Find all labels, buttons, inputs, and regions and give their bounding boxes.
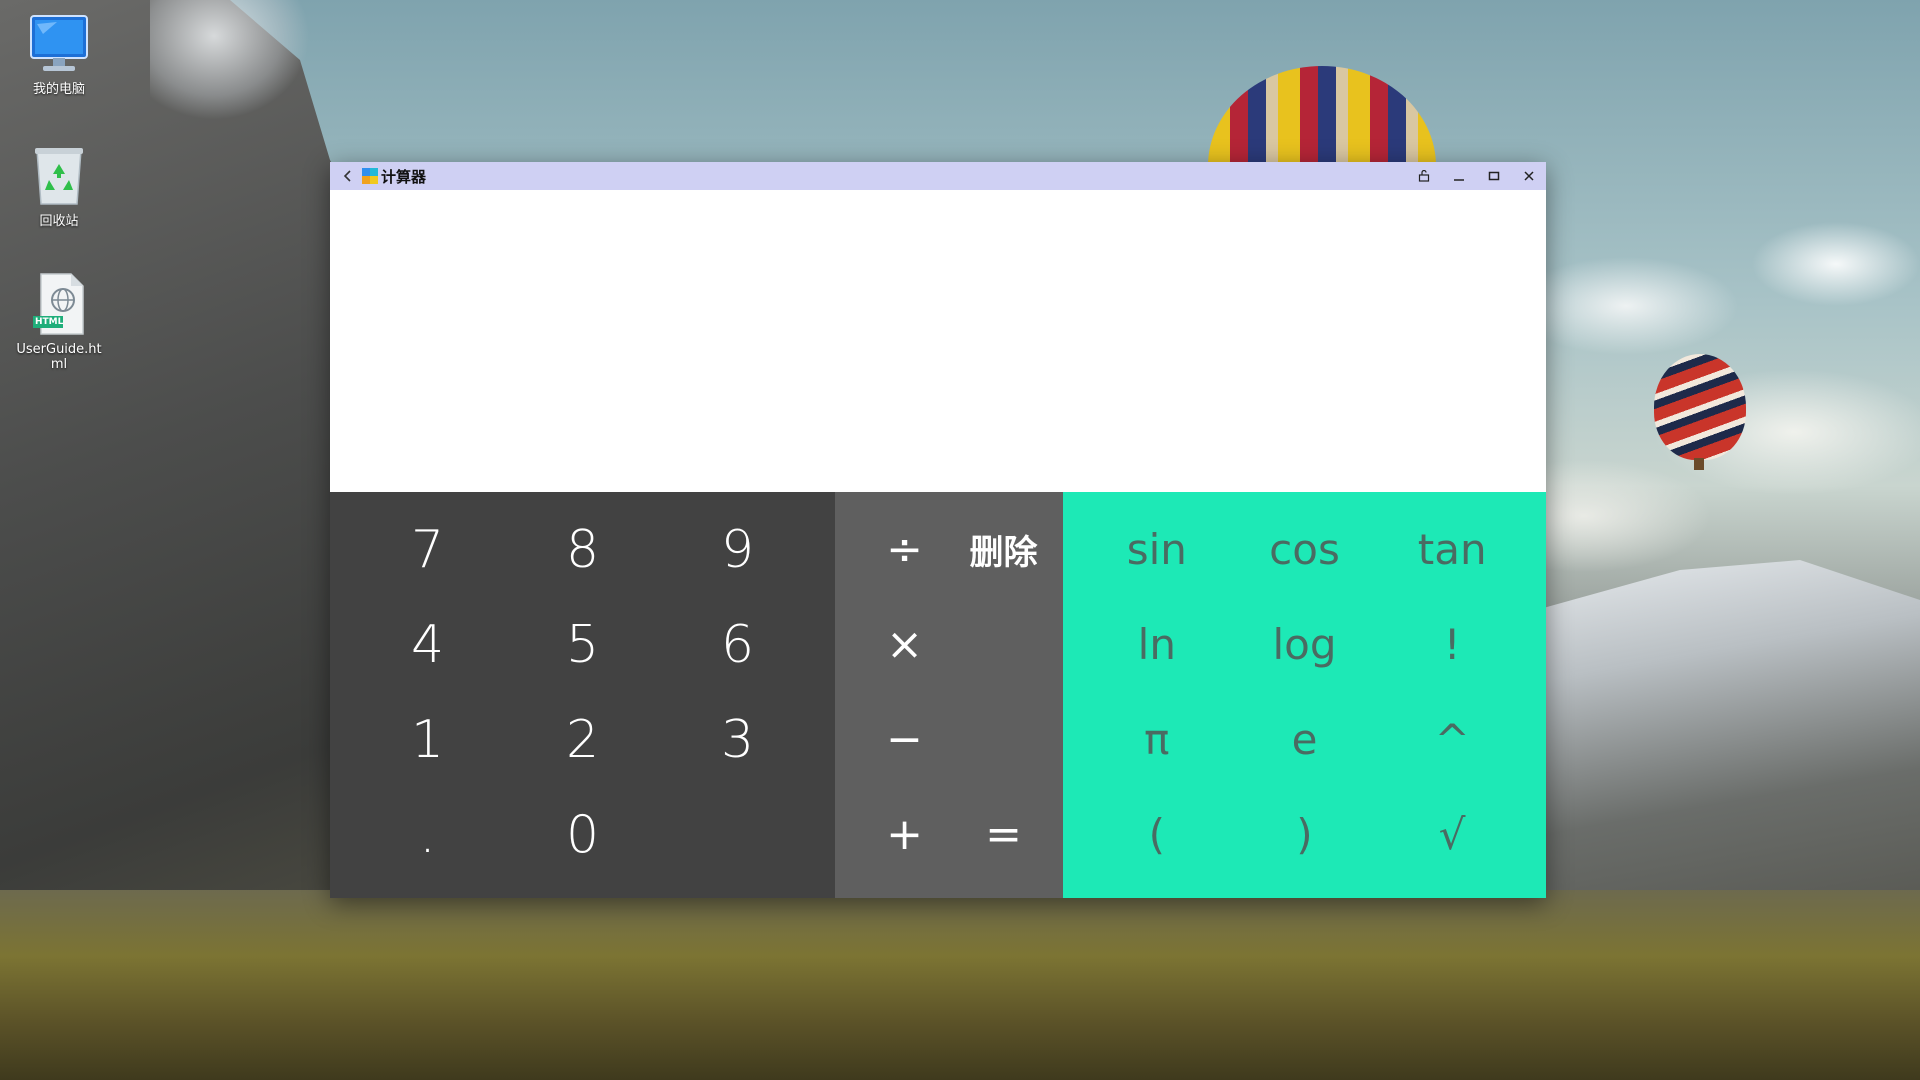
close-icon[interactable] [1511,162,1546,190]
chevron-left-icon[interactable] [336,162,360,190]
key-minus[interactable]: − [855,692,954,787]
maximize-icon[interactable] [1476,162,1511,190]
key-1[interactable]: 1 [350,692,505,787]
key-power[interactable]: ^ [1378,692,1526,787]
key-7[interactable]: 7 [350,502,505,597]
recycle-bin-icon [27,144,91,208]
key-factorial[interactable]: ! [1378,597,1526,692]
op-empty-2 [954,692,1053,787]
keypad: 7 8 9 4 5 6 1 2 3 . 0 ÷ 删除 × − + = sin c… [330,492,1546,898]
key-divide[interactable]: ÷ [855,502,954,597]
key-empty [660,787,815,882]
desktop-icon-userguide[interactable]: HTML UserGuide.html [4,272,114,372]
key-e[interactable]: e [1231,692,1379,787]
minimize-icon[interactable] [1441,162,1476,190]
html-badge: HTML [35,317,64,327]
key-open-paren[interactable]: ( [1083,787,1231,882]
advanced-pad: sin cos tan ln log ! π e ^ ( ) √ [1063,492,1546,898]
key-log[interactable]: log [1231,597,1379,692]
key-5[interactable]: 5 [505,597,660,692]
desktop: 我的电脑 回收站 HTML UserGuide.html 计算器 7 8 9 4… [0,0,1920,1080]
calculator-app-icon [362,168,378,184]
key-8[interactable]: 8 [505,502,660,597]
numpad: 7 8 9 4 5 6 1 2 3 . 0 [330,492,835,898]
key-sqrt[interactable]: √ [1378,787,1526,882]
wallpaper-balloon-basket [1694,458,1704,470]
key-multiply[interactable]: × [855,597,954,692]
key-plus[interactable]: + [855,787,954,882]
key-9[interactable]: 9 [660,502,815,597]
html-file-icon: HTML [27,272,91,336]
desktop-icon-label: 我的电脑 [32,82,85,97]
operator-pad: ÷ 删除 × − + = [835,492,1063,898]
key-2[interactable]: 2 [505,692,660,787]
wallpaper-balloon-small [1654,354,1746,460]
key-ln[interactable]: ln [1083,597,1231,692]
key-decimal[interactable]: . [350,787,505,882]
pin-icon[interactable] [1406,162,1441,190]
key-cos[interactable]: cos [1231,502,1379,597]
key-6[interactable]: 6 [660,597,815,692]
window-titlebar[interactable]: 计算器 [330,162,1546,190]
wallpaper-snow-cap [150,0,310,120]
calculator-window: 计算器 7 8 9 4 5 6 1 2 3 . 0 ÷ 删除 × − + = s… [330,162,1546,898]
desktop-icon-recycle-bin[interactable]: 回收站 [4,144,114,229]
window-title: 计算器 [381,167,427,186]
key-4[interactable]: 4 [350,597,505,692]
window-controls [1406,162,1546,190]
key-equals[interactable]: = [954,787,1053,882]
key-3[interactable]: 3 [660,692,815,787]
desktop-icon-label: UserGuide.html [16,342,102,372]
key-0[interactable]: 0 [505,787,660,882]
key-delete[interactable]: 删除 [954,502,1053,597]
calculator-display [330,190,1546,492]
desktop-icon-label: 回收站 [39,214,79,229]
key-close-paren[interactable]: ) [1231,787,1379,882]
computer-icon [27,12,91,76]
op-empty-1 [954,597,1053,692]
key-sin[interactable]: sin [1083,502,1231,597]
key-pi[interactable]: π [1083,692,1231,787]
desktop-icon-my-computer[interactable]: 我的电脑 [4,12,114,97]
wallpaper-ground [0,890,1920,1080]
key-tan[interactable]: tan [1378,502,1526,597]
